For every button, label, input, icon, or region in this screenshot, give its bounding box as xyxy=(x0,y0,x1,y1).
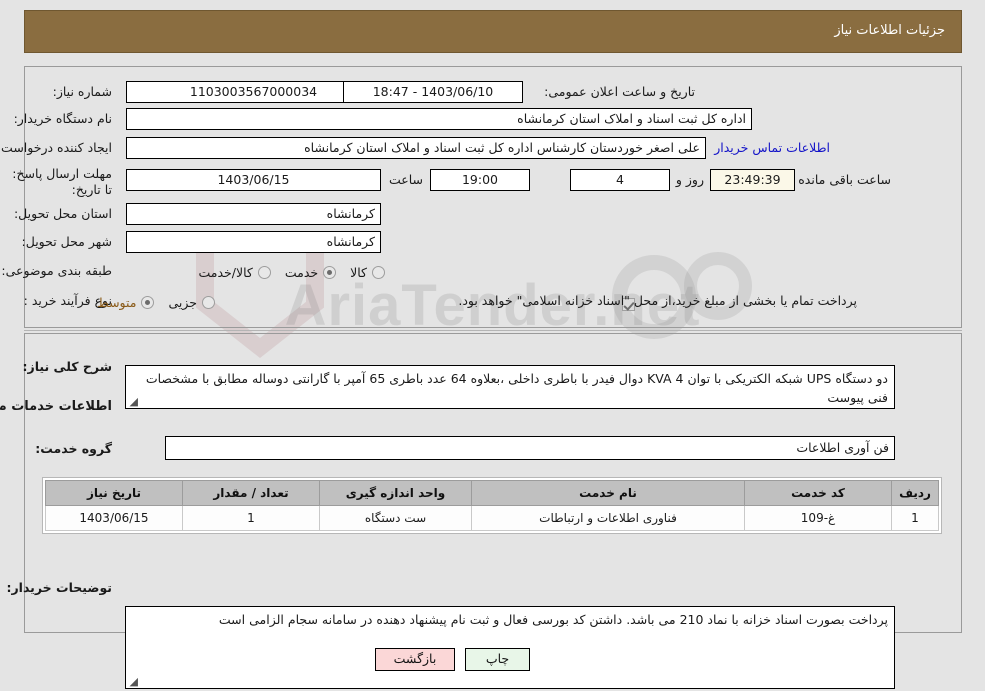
remaining-days-label: روز و xyxy=(675,172,704,187)
cell-row: 1 xyxy=(891,505,939,531)
need-description-label: شرح کلی نیاز: xyxy=(22,359,112,374)
countdown-value: 23:49:39 xyxy=(710,169,795,191)
service-group-label: گروه خدمت: xyxy=(35,441,112,456)
deadline-time-label: ساعت xyxy=(388,172,423,187)
delivery-province-label: استان محل تحویل: xyxy=(13,206,112,221)
cell-name: فناوری اطلاعات و ارتباطات xyxy=(471,505,745,531)
process-radio-0[interactable] xyxy=(202,296,215,309)
countdown-label: ساعت باقی مانده xyxy=(798,172,891,187)
delivery-city-value: کرمانشاه xyxy=(126,231,381,253)
classification-radio-group: کالا خدمت کالا/خدمت xyxy=(184,262,385,281)
need-number-label: شماره نیاز: xyxy=(52,84,112,99)
process-radio-1[interactable] xyxy=(141,296,155,309)
services-heading: اطلاعات خدمات مورد نیاز xyxy=(0,399,112,414)
requester-value: علی اصغر خوردستان کارشناس اداره کل ثبت ا… xyxy=(126,137,706,159)
col-code: کد خدمت xyxy=(744,480,892,506)
panel-divider xyxy=(24,330,962,331)
process-radio-1-label: متوسط xyxy=(97,295,137,310)
resize-grip-icon[interactable]: ◢ xyxy=(128,396,138,407)
services-table: ردیف کد خدمت نام خدمت واحد اندازه گیری ت… xyxy=(42,477,942,534)
classification-radio-0-label: کالا xyxy=(350,265,367,280)
classification-radio-2[interactable] xyxy=(257,266,271,279)
deadline-time-value: 19:00 xyxy=(430,169,530,191)
buyer-notes-text: پرداخت بصورت اسناد خزانه با نماد 210 می … xyxy=(218,612,888,627)
print-button[interactable]: چاپ xyxy=(465,648,530,671)
page-header-bar: جزئیات اطلاعات نیاز xyxy=(24,10,962,53)
resize-grip-icon-notes[interactable]: ◢ xyxy=(128,676,138,687)
deadline-label: مهلت ارسال پاسخ: تا تاریخ: xyxy=(12,166,112,197)
classification-radio-0[interactable] xyxy=(372,266,385,279)
table-header-row: ردیف کد خدمت نام خدمت واحد اندازه گیری ت… xyxy=(45,480,939,506)
buyer-contact-link[interactable]: اطلاعات تماس خریدار xyxy=(714,140,830,155)
col-unit: واحد اندازه گیری xyxy=(319,480,472,506)
deadline-date-value: 1403/06/15 xyxy=(126,169,381,191)
delivery-city-label: شهر محل تحویل: xyxy=(21,234,112,249)
classification-radio-2-label: کالا/خدمت xyxy=(198,265,253,280)
services-grid: ردیف کد خدمت نام خدمت واحد اندازه گیری ت… xyxy=(45,480,939,531)
requester-label: ایجاد کننده درخواست: xyxy=(0,140,112,155)
classification-label: طبقه بندی موضوعی: xyxy=(1,263,112,278)
announce-datetime-label: تاریخ و ساعت اعلان عمومی: xyxy=(544,84,695,99)
page-root: AriaTender.net جزئیات اطلاعات نیاز شماره… xyxy=(0,0,985,691)
cell-unit: ست دستگاه xyxy=(319,505,472,531)
announce-datetime-value: 1403/06/10 - 18:47 xyxy=(343,81,523,103)
cell-need-date: 1403/06/15 xyxy=(45,505,183,531)
buyer-org-label: نام دستگاه خریدار: xyxy=(13,111,112,126)
cell-code: غ-109 xyxy=(744,505,892,531)
treasury-bond-note: پرداخت تمام یا بخشی از مبلغ خرید،از محل … xyxy=(458,293,857,308)
need-info-panel xyxy=(24,66,962,328)
buyer-notes-label: توضیحات خریدار: xyxy=(6,580,112,595)
need-description-value[interactable]: دو دستگاه UPS شبکه الکتریکی با توان KVA … xyxy=(125,365,895,409)
col-quantity: تعداد / مقدار xyxy=(182,480,320,506)
col-name: نام خدمت xyxy=(471,480,745,506)
back-button[interactable]: بازگشت xyxy=(375,648,455,671)
classification-radio-1-label: خدمت xyxy=(284,265,319,280)
process-radio-group: جزیی متوسط xyxy=(83,292,215,311)
col-need-date: تاریخ نیاز xyxy=(45,480,183,506)
table-row[interactable]: 1 غ-109 فناوری اطلاعات و ارتباطات ست دست… xyxy=(45,505,939,531)
page-title: جزئیات اطلاعات نیاز xyxy=(834,23,945,38)
classification-radio-1[interactable] xyxy=(323,266,337,279)
remaining-days-value: 4 xyxy=(570,169,670,191)
need-description-text: دو دستگاه UPS شبکه الکتریکی با توان KVA … xyxy=(145,371,888,405)
delivery-province-value: کرمانشاه xyxy=(126,203,381,225)
buyer-org-value: اداره کل ثبت اسناد و املاک استان کرمانشا… xyxy=(126,108,752,130)
col-row: ردیف xyxy=(891,480,939,506)
service-group-value: فن آوری اطلاعات xyxy=(165,436,895,460)
process-radio-0-label: جزیی xyxy=(168,295,197,310)
cell-quantity: 1 xyxy=(182,505,320,531)
